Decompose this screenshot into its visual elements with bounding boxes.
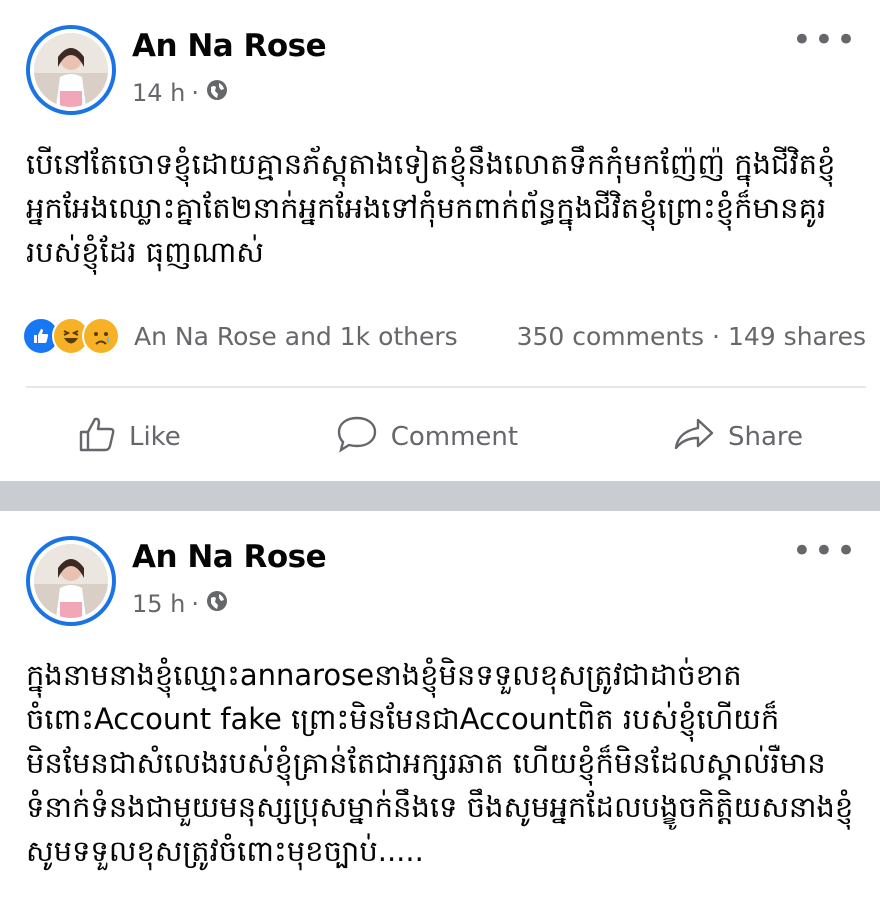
meta-dot: · bbox=[191, 590, 200, 618]
comment-button[interactable]: Comment bbox=[315, 414, 538, 461]
meta-dot: · bbox=[191, 79, 200, 107]
meta-dot: · bbox=[712, 321, 720, 351]
author-name[interactable]: An Na Rose bbox=[132, 28, 327, 64]
post-time[interactable]: 14 h bbox=[132, 79, 185, 107]
like-label: Like bbox=[128, 422, 181, 452]
shares-count[interactable]: 149 shares bbox=[728, 322, 866, 351]
feed-divider bbox=[0, 481, 880, 511]
reactions-bar[interactable]: An Na Rose and 1k others 350 comments · … bbox=[22, 317, 866, 355]
author-name[interactable]: An Na Rose bbox=[132, 539, 327, 575]
avatar[interactable] bbox=[26, 536, 116, 626]
reactions-count[interactable]: An Na Rose and 1k others bbox=[134, 322, 458, 351]
post-meta: 15 h · bbox=[132, 589, 229, 619]
comment-label: Comment bbox=[390, 422, 519, 452]
thumbs-up-icon bbox=[77, 414, 117, 461]
post-actions: Like Comment Share bbox=[0, 404, 880, 470]
like-button[interactable]: Like bbox=[57, 414, 201, 461]
share-label: Share bbox=[728, 422, 804, 452]
share-button[interactable]: Share bbox=[652, 414, 823, 461]
post-meta: 14 h · bbox=[132, 78, 229, 108]
more-icon[interactable]: ••• bbox=[792, 534, 858, 568]
post-text: បើនៅតែចោទខ្ញុំដោយគ្មានភ័ស្តុតាងទៀតខ្ញុំន… bbox=[26, 147, 836, 269]
post-card: An Na Rose 14 h · ••• បើនៅតែចោទខ្ញុំដោយគ… bbox=[0, 0, 880, 481]
divider bbox=[26, 386, 866, 388]
post-card: An Na Rose 15 h · ••• ក្នុងនាមនាងខ្ញុំឈ្… bbox=[0, 511, 880, 915]
post-time[interactable]: 15 h bbox=[132, 590, 185, 618]
comment-icon bbox=[335, 414, 379, 461]
post-text: ក្នុងនាមនាងខ្ញុំឈ្មោះannaroseនាងខ្ញុំមិន… bbox=[26, 658, 854, 868]
comments-count[interactable]: 350 comments bbox=[517, 322, 704, 351]
globe-icon bbox=[205, 589, 229, 619]
globe-icon bbox=[205, 78, 229, 108]
avatar[interactable] bbox=[26, 25, 116, 115]
sad-reaction-icon bbox=[82, 317, 120, 355]
more-icon[interactable]: ••• bbox=[792, 23, 858, 57]
share-icon bbox=[672, 414, 716, 461]
